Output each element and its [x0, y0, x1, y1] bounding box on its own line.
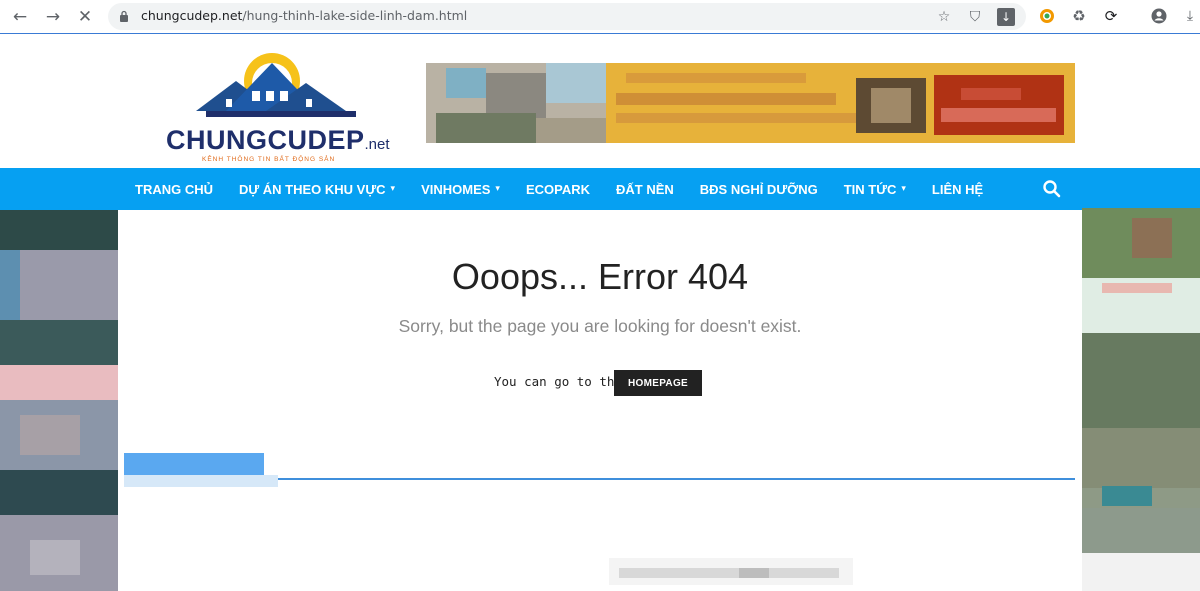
star-icon[interactable]: ☆: [934, 7, 954, 27]
chevron-down-icon: ▾: [390, 184, 396, 194]
section-divider: [278, 478, 1075, 480]
logo-slogan: KÊNH THÔNG TIN BẤT ĐỘNG SẢN: [202, 156, 336, 163]
search-icon[interactable]: [1042, 179, 1062, 199]
site-logo[interactable]: CHUNGCUDEP.net KÊNH THÔNG TIN BẤT ĐỘNG S…: [166, 45, 390, 163]
error-title: Ooops... Error 404: [451, 256, 749, 297]
main-nav: TRANG CHỦ DỰ ÁN THEO KHU VỰC ▾ VINHOMES ▾ …: [0, 168, 1200, 210]
site-header: CHUNGCUDEP.net KÊNH THÔNG TIN BẤT ĐỘNG S…: [0, 35, 1200, 168]
shield-icon[interactable]: ⛉: [965, 7, 985, 27]
nav-item-ecopark[interactable]: ECOPARK: [526, 182, 590, 197]
blurred-section-tab: [124, 453, 278, 487]
nav-item-lien-he[interactable]: LIÊN HỆ: [932, 182, 983, 197]
lock-icon[interactable]: [119, 10, 129, 22]
url-text: chungcudep.net/hung-thinh-lake-side-linh…: [141, 8, 468, 23]
nav-item-trang-chu[interactable]: TRANG CHỦ: [135, 182, 213, 197]
forward-icon[interactable]: →: [42, 6, 64, 28]
nav-item-dat-nen[interactable]: ĐẤT NỀN: [616, 182, 674, 197]
nav-item-tin-tuc[interactable]: TIN TỨC ▾: [844, 182, 906, 197]
download-icon[interactable]: ↓: [997, 8, 1015, 26]
goto-text: You can go to the: [494, 374, 622, 389]
logo-wordmark: CHUNGCUDEP.net: [166, 125, 390, 155]
sync-icon[interactable]: ⟳: [1101, 6, 1121, 26]
recycle-icon[interactable]: ♻: [1069, 6, 1089, 26]
browser-toolbar: ← → ✕ chungcudep.net/hung-thinh-lake-sid…: [0, 0, 1200, 34]
homepage-button[interactable]: HOMEPAGE: [614, 370, 702, 396]
extension-icon[interactable]: [1037, 6, 1057, 26]
address-bar[interactable]: chungcudep.net/hung-thinh-lake-side-linh…: [108, 3, 1026, 30]
download-tray-icon[interactable]: ⤓: [1180, 6, 1200, 26]
back-icon[interactable]: ←: [9, 6, 31, 28]
nav-item-du-an[interactable]: DỰ ÁN THEO KHU VỰC ▾: [239, 182, 395, 197]
nav-item-vinhomes[interactable]: VINHOMES ▾: [421, 182, 500, 197]
chevron-down-icon: ▾: [901, 184, 906, 194]
house-logo-icon: [196, 53, 356, 117]
nav-item-bds-nghi-duong[interactable]: BĐS NGHỈ DƯỠNG: [700, 182, 818, 197]
chevron-down-icon: ▾: [495, 184, 500, 194]
blurred-footer-text: [609, 558, 853, 585]
profile-icon[interactable]: [1149, 6, 1169, 26]
header-banner-ad[interactable]: [426, 63, 1075, 143]
error-subtitle: Sorry, but the page you are looking for …: [398, 316, 802, 336]
stop-icon[interactable]: ✕: [74, 6, 96, 28]
